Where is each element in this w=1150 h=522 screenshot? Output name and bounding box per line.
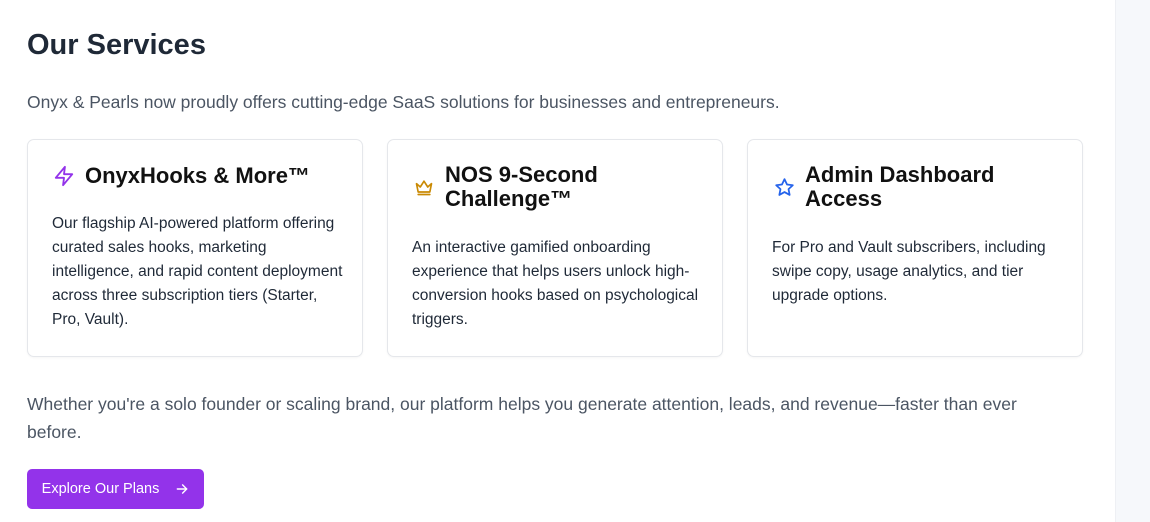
service-card-nos-challenge: NOS 9-Second Challenge™ An interactive g… xyxy=(387,139,723,357)
card-title: Admin Dashboard Access xyxy=(805,162,995,211)
explore-plans-button[interactable]: Explore Our Plans xyxy=(27,469,204,509)
service-cards: OnyxHooks & More™ Our flagship AI-powere… xyxy=(27,139,1083,357)
services-section: Our Services Onyx & Pearls now proudly o… xyxy=(0,0,1115,522)
page-title: Our Services xyxy=(27,29,206,61)
explore-plans-label: Explore Our Plans xyxy=(41,481,160,497)
card-header: Admin Dashboard Access xyxy=(772,163,1062,211)
card-header: NOS 9-Second Challenge™ xyxy=(412,163,702,211)
crown-icon xyxy=(412,175,436,199)
service-card-admin-dashboard: Admin Dashboard Access For Pro and Vault… xyxy=(747,139,1083,357)
card-description: For Pro and Vault subscribers, including… xyxy=(772,239,1046,304)
outro-text: Whether you're a solo founder or scaling… xyxy=(27,394,1017,442)
card-header: OnyxHooks & More™ xyxy=(52,164,342,188)
card-description: Our flagship AI-powered platform offerin… xyxy=(52,215,343,328)
arrow-right-icon xyxy=(175,482,189,496)
card-title: OnyxHooks & More™ xyxy=(85,163,310,188)
right-side-panel xyxy=(1115,0,1150,522)
card-description: An interactive gamified onboarding exper… xyxy=(412,239,699,328)
star-icon xyxy=(772,175,796,199)
intro-text: Onyx & Pearls now proudly offers cutting… xyxy=(27,92,780,112)
lightning-icon xyxy=(52,164,76,188)
card-title: NOS 9-Second Challenge™ xyxy=(445,162,598,211)
service-card-onyxhooks: OnyxHooks & More™ Our flagship AI-powere… xyxy=(27,139,363,357)
